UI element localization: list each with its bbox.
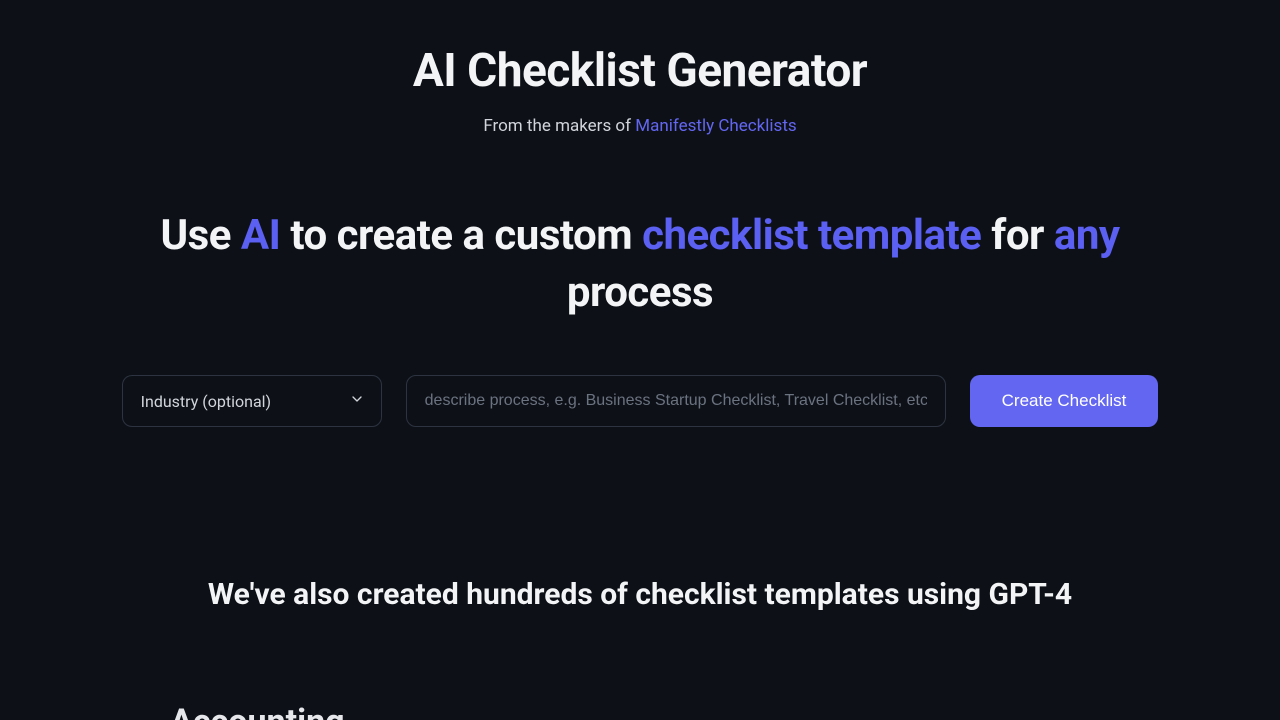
- headline-part-4: process: [567, 268, 713, 317]
- create-checklist-button[interactable]: Create Checklist: [970, 375, 1159, 427]
- category-section: Accounting: [84, 702, 1196, 720]
- headline-ai: AI: [241, 211, 281, 260]
- headline-any: any: [1054, 211, 1120, 260]
- page-title: AI Checklist Generator: [413, 44, 867, 98]
- manifestly-link[interactable]: Manifestly Checklists: [635, 116, 796, 136]
- subtitle: From the makers of Manifestly Checklists: [483, 116, 796, 136]
- headline: Use AI to create a custom checklist temp…: [110, 208, 1170, 321]
- headline-checklist-template: checklist template: [642, 211, 981, 260]
- sub-headline: We've also created hundreds of checklist…: [208, 577, 1072, 612]
- generator-form: Industry (optional) Create Checklist: [122, 375, 1159, 427]
- headline-part-2: to create a custom: [280, 211, 642, 260]
- headline-part-1: Use: [160, 211, 240, 260]
- process-input[interactable]: [406, 375, 946, 427]
- subtitle-prefix: From the makers of: [483, 116, 635, 136]
- industry-select[interactable]: Industry (optional): [122, 375, 382, 427]
- headline-part-3: for: [981, 211, 1054, 260]
- chevron-down-icon: [349, 391, 365, 411]
- category-title-accounting: Accounting: [170, 702, 1196, 720]
- industry-select-label: Industry (optional): [141, 392, 271, 411]
